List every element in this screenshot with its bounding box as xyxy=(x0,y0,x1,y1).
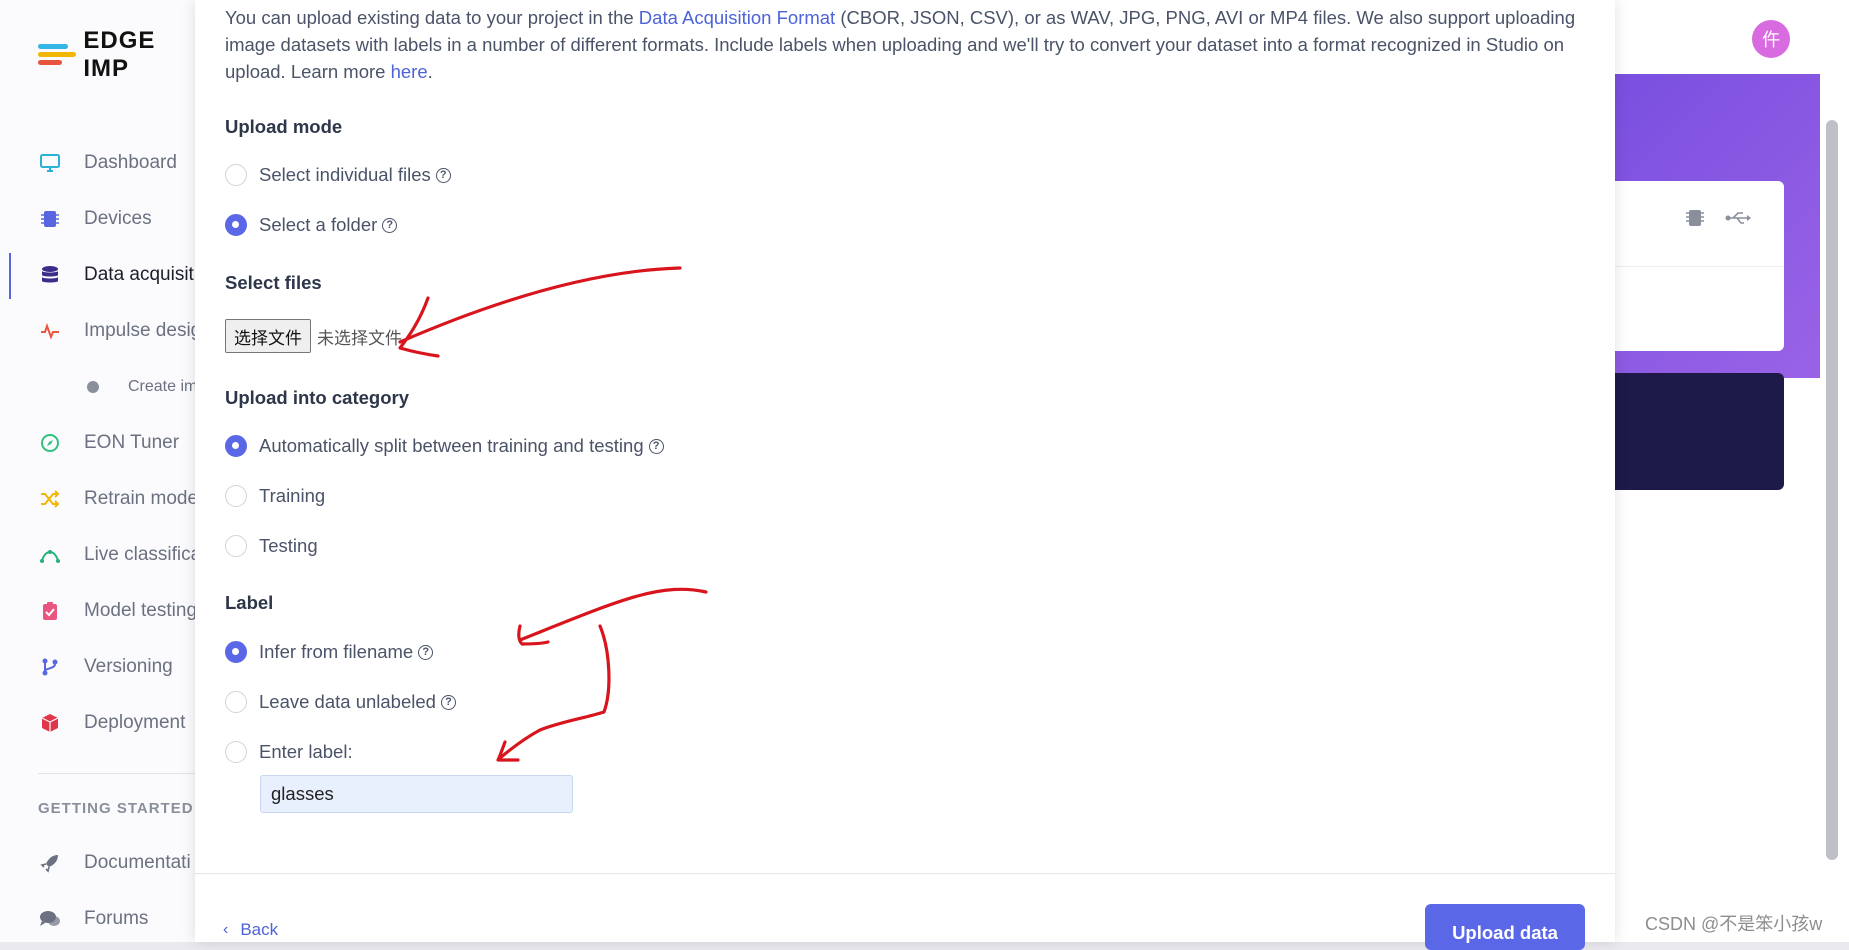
upload-data-button[interactable]: Upload data xyxy=(1425,904,1585,950)
help-icon[interactable]: ? xyxy=(648,438,664,454)
clipboard-icon xyxy=(38,599,62,623)
radio-button[interactable] xyxy=(225,164,247,186)
intro-text: You can upload existing data to your pro… xyxy=(225,4,1585,85)
radio-label: Training xyxy=(259,485,326,506)
help-icon[interactable]: ? xyxy=(435,167,451,183)
sidebar-item-label: Live classifica xyxy=(84,544,202,565)
logo[interactable]: EDGE IMP xyxy=(38,27,200,82)
sidebar-item-label: Retrain mode xyxy=(84,488,199,509)
dark-panel xyxy=(1615,373,1784,490)
sidebar-item-label: Deployment xyxy=(84,712,186,733)
sidebar-nav-extra: Documentati Forums xyxy=(38,835,191,947)
box-icon xyxy=(38,711,62,735)
device-card xyxy=(1615,181,1784,351)
radio-select-files[interactable]: Select individual files ? xyxy=(225,161,451,189)
watermark: CSDN @不是笨小孩w xyxy=(1645,914,1823,934)
file-status: 未选择文件 xyxy=(317,328,402,348)
help-icon[interactable]: ? xyxy=(418,644,434,660)
sidebar-item-documentati[interactable]: Documentati xyxy=(38,835,191,891)
chip-icon xyxy=(38,207,62,231)
sidebar-item-label: Data acquisiti xyxy=(84,264,199,285)
radio-enter-label[interactable]: Enter label: xyxy=(225,738,353,766)
dot-icon xyxy=(86,380,100,394)
radio-button[interactable] xyxy=(225,485,247,507)
upload-mode-title: Upload mode xyxy=(225,116,343,137)
help-icon[interactable]: ? xyxy=(440,694,456,710)
active-indicator xyxy=(9,253,11,299)
usb-icon[interactable] xyxy=(1725,211,1751,225)
radio-label: Select individual files xyxy=(259,164,431,185)
radio-label: Testing xyxy=(259,535,318,556)
learn-more-link[interactable]: here xyxy=(391,61,428,82)
sidebar-item-label: Forums xyxy=(84,908,149,929)
avatar[interactable]: 仵 xyxy=(1752,20,1790,58)
monitor-icon xyxy=(38,151,62,175)
intro-text-part: . xyxy=(427,61,433,82)
radio-button[interactable] xyxy=(225,214,247,236)
footer-divider xyxy=(195,873,1615,874)
radio-auto-split[interactable]: Automatically split between training and… xyxy=(225,432,664,460)
radio-button[interactable] xyxy=(225,435,247,457)
database-icon xyxy=(38,263,62,287)
scrollbar[interactable] xyxy=(1826,120,1838,860)
select-files-title: Select files xyxy=(225,272,322,293)
radio-label: Automatically split between training and… xyxy=(259,435,644,456)
chip-icon[interactable] xyxy=(1686,208,1704,228)
radio-label: Infer from filename xyxy=(259,641,414,662)
sidebar-divider xyxy=(38,773,200,774)
category-title: Upload into category xyxy=(225,387,409,408)
sidebar-item-label: EON Tuner xyxy=(84,432,180,453)
radio-infer-filename[interactable]: Infer from filename ? xyxy=(225,638,434,666)
logo-icon xyxy=(38,42,76,68)
sidebar-item-label: Create im xyxy=(128,378,198,395)
help-icon[interactable]: ? xyxy=(382,217,398,233)
sidebar-item-forums[interactable]: Forums xyxy=(38,891,191,947)
label-input[interactable] xyxy=(260,775,573,813)
chat-icon xyxy=(38,907,62,931)
sidebar: EDGE IMP Dashboard Devices Data acquisiti I… xyxy=(0,0,201,942)
compass-icon xyxy=(38,431,62,455)
sidebar-item-label: Documentati xyxy=(84,852,191,873)
logo-text: EDGE IMP xyxy=(83,27,156,82)
radio-button[interactable] xyxy=(225,641,247,663)
card-divider xyxy=(1615,266,1784,267)
sidebar-item-label: Versioning xyxy=(84,656,173,677)
back-button[interactable]: ‹ Back xyxy=(223,920,278,940)
chevron-left-icon: ‹ xyxy=(223,921,229,938)
sidebar-item-label: Impulse desig xyxy=(84,320,202,341)
choose-file-button[interactable]: 选择文件 xyxy=(225,319,311,353)
sidebar-item-label: Dashboard xyxy=(84,152,177,173)
sidebar-item-label: Devices xyxy=(84,208,152,229)
curve-icon xyxy=(38,543,62,567)
sidebar-item-label: Model testing xyxy=(84,600,198,621)
data-acquisition-format-link[interactable]: Data Acquisition Format xyxy=(639,7,835,28)
sidebar-section-title: GETTING STARTED xyxy=(38,800,194,817)
radio-label: Enter label: xyxy=(259,741,353,762)
radio-label: Leave data unlabeled xyxy=(259,691,436,712)
label-title: Label xyxy=(225,592,274,613)
radio-button[interactable] xyxy=(225,535,247,557)
radio-testing[interactable]: Testing xyxy=(225,532,318,560)
back-label: Back xyxy=(240,920,279,939)
radio-button[interactable] xyxy=(225,691,247,713)
intro-text-part: You can upload existing data to your pro… xyxy=(225,7,639,28)
pulse-icon xyxy=(38,319,62,343)
radio-leave-unlabeled[interactable]: Leave data unlabeled ? xyxy=(225,688,456,716)
radio-label: Select a folder xyxy=(259,214,378,235)
upload-modal: You can upload existing data to your pro… xyxy=(195,0,1615,950)
radio-select-folder[interactable]: Select a folder ? xyxy=(225,211,398,239)
radio-training[interactable]: Training xyxy=(225,482,325,510)
file-chooser[interactable]: 选择文件 未选择文件 xyxy=(225,319,402,353)
rocket-icon xyxy=(38,851,62,875)
branch-icon xyxy=(38,655,62,679)
shuffle-icon xyxy=(38,487,62,511)
radio-button[interactable] xyxy=(225,741,247,763)
